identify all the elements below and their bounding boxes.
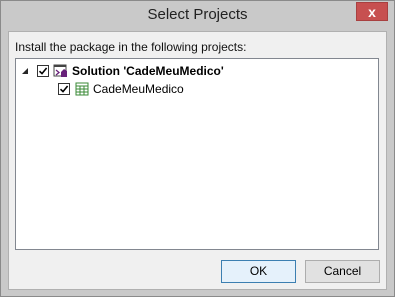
dialog-content: Install the package in the following pro…: [8, 31, 387, 290]
project-checkbox[interactable]: [58, 83, 70, 95]
project-label: CadeMeuMedico: [93, 82, 184, 96]
close-icon: x: [368, 4, 376, 20]
cancel-button[interactable]: Cancel: [305, 260, 380, 283]
close-button[interactable]: x: [356, 2, 388, 21]
solution-icon: [53, 63, 69, 79]
tree-node-project[interactable]: CadeMeuMedico: [58, 81, 184, 97]
projects-tree[interactable]: Solution 'CadeMeuMedico' CadeMeuMedico: [15, 58, 379, 250]
web-project-icon: [74, 81, 90, 97]
dialog-title: Select Projects: [147, 6, 248, 23]
tree-node-solution[interactable]: Solution 'CadeMeuMedico': [20, 63, 224, 79]
instruction-label: Install the package in the following pro…: [15, 40, 247, 54]
collapse-arrow-icon[interactable]: [20, 66, 30, 76]
solution-label: Solution 'CadeMeuMedico': [72, 64, 224, 78]
ok-button[interactable]: OK: [221, 260, 296, 283]
select-projects-dialog: Select Projects x Install the package in…: [0, 0, 395, 297]
title-bar: Select Projects x: [1, 1, 394, 31]
solution-checkbox[interactable]: [37, 65, 49, 77]
